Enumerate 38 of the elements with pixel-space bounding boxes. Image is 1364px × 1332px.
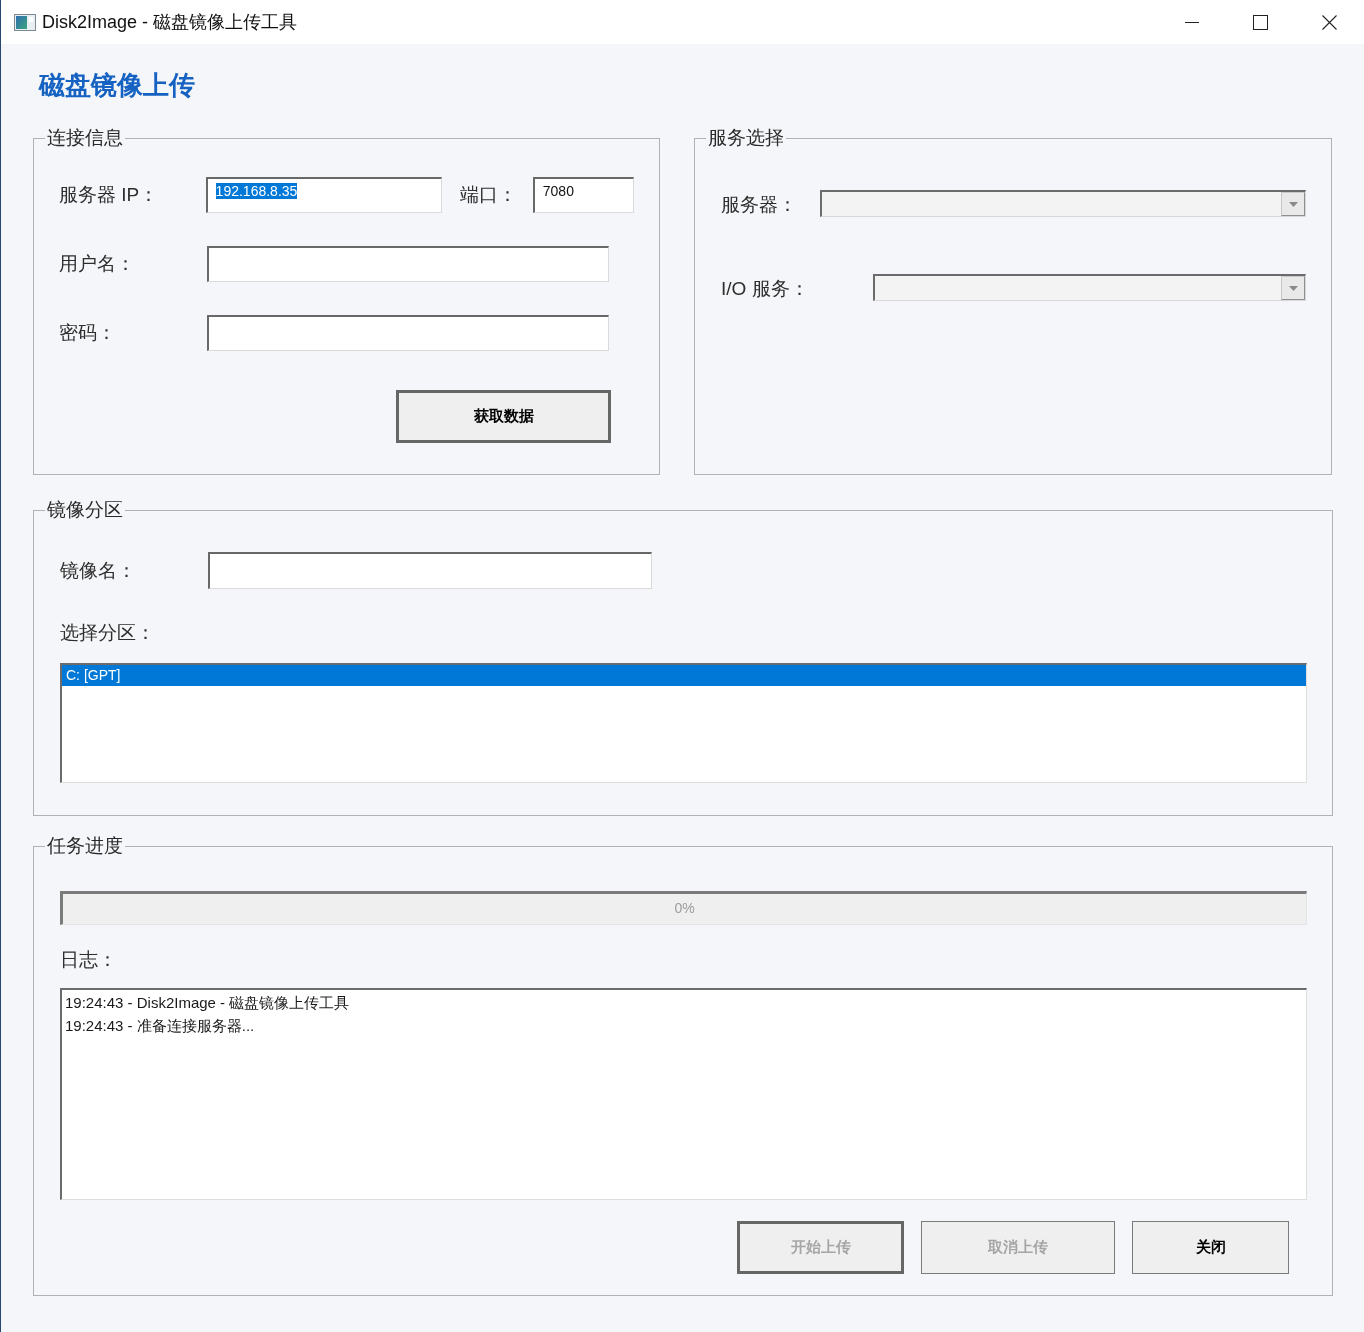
log-text-area[interactable]: 19:24:43 - Disk2Image - 磁盘镜像上传工具 19:24:43 - 准备连接服务器... bbox=[60, 988, 1307, 1200]
fetch-data-button[interactable]: 获取数据 bbox=[396, 390, 611, 443]
server-dropdown[interactable] bbox=[820, 190, 1306, 217]
minimize-icon bbox=[1184, 21, 1199, 23]
page-heading: 磁盘镜像上传 bbox=[37, 70, 195, 100]
field-label: 用户名： bbox=[59, 252, 136, 276]
group-title: 镜像分区 bbox=[46, 498, 124, 522]
log-line: 19:24:43 - 准备连接服务器... bbox=[65, 1016, 255, 1036]
field-label: 日志： bbox=[60, 948, 117, 972]
group-title: 服务选择 bbox=[707, 126, 785, 150]
field-label: 镜像名： bbox=[60, 558, 137, 583]
field-label: 选择分区： bbox=[60, 621, 155, 645]
maximize-icon bbox=[1253, 14, 1268, 30]
field-label: 服务器 IP： bbox=[59, 183, 160, 207]
ip-input-field[interactable]: 192.168.8.35 bbox=[205, 177, 442, 213]
username-input-field[interactable] bbox=[207, 246, 609, 282]
field-label: I/O 服务： bbox=[721, 277, 810, 301]
log-line: 19:24:43 - Disk2Image - 磁盘镜像上传工具 bbox=[65, 993, 350, 1013]
group-title: 任务进度 bbox=[46, 834, 124, 858]
dropdown-button[interactable] bbox=[1281, 192, 1305, 216]
close-dialog-button[interactable]: 关闭 bbox=[1132, 1221, 1289, 1274]
window-title: Disk2Image - 磁盘镜像上传工具 bbox=[42, 11, 298, 34]
progress-percent: 0% bbox=[674, 900, 695, 916]
field-label: 密码： bbox=[59, 321, 117, 345]
dropdown-button[interactable] bbox=[1281, 276, 1305, 300]
partition-list-item[interactable]: C: [GPT] bbox=[62, 665, 1306, 686]
caret-down-icon bbox=[1288, 201, 1298, 207]
port-input-field[interactable]: 7080 bbox=[532, 177, 634, 213]
password-input-field[interactable] bbox=[207, 315, 609, 351]
io-service-dropdown[interactable] bbox=[873, 274, 1306, 301]
caret-down-icon bbox=[1288, 285, 1298, 291]
close-icon bbox=[1322, 14, 1337, 30]
group-title: 连接信息 bbox=[46, 126, 124, 150]
image-name-input-field[interactable] bbox=[208, 552, 652, 589]
field-label: 端口： bbox=[459, 183, 518, 207]
app-icon bbox=[14, 13, 36, 31]
partition-list[interactable]: C: [GPT] bbox=[60, 663, 1307, 783]
field-label: 服务器： bbox=[721, 193, 798, 217]
